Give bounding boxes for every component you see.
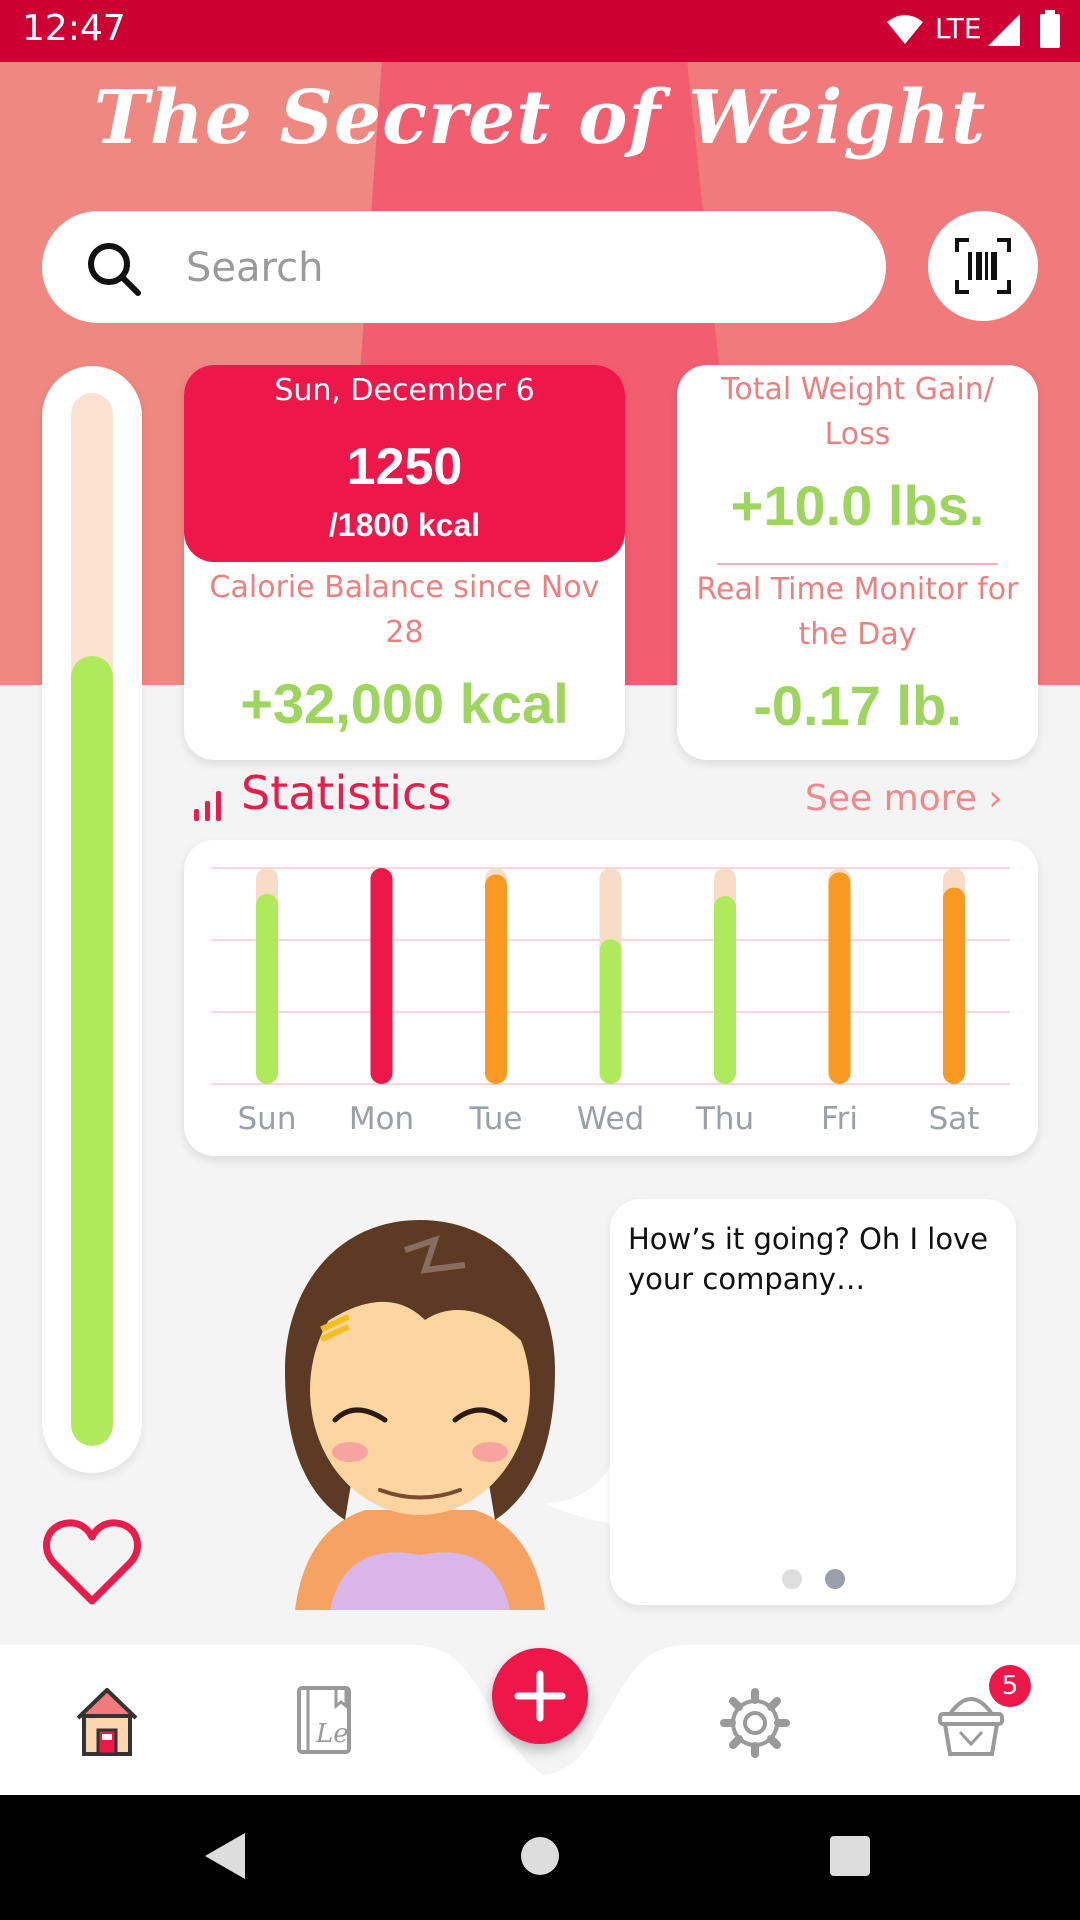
progress-fill [71, 656, 113, 1446]
calorie-goal: /1800 kcal [328, 507, 481, 543]
calorie-card[interactable]: Sun, December 6 1250 /1800 kcal Calorie … [184, 365, 625, 760]
see-more-link[interactable]: See more › [805, 778, 1003, 819]
bar-fri[interactable] [828, 872, 851, 1084]
daily-progress-bar [42, 366, 142, 1473]
weight-card[interactable]: Total Weight Gain/ Loss +10.0 lbs. Real … [677, 365, 1038, 760]
speech-bubble[interactable]: How’s it going? Oh I love your company… [610, 1199, 1016, 1605]
realtime-monitor-value: -0.17 lb. [753, 674, 962, 737]
statistics-icon [194, 791, 221, 821]
x-tick-label: Wed [577, 1101, 645, 1137]
add-icon [514, 1670, 566, 1722]
page-dot-2[interactable] [825, 1569, 845, 1589]
battery-icon [1040, 10, 1060, 48]
network-label: LTE [935, 12, 982, 45]
x-tick-label: Tue [469, 1101, 523, 1137]
status-time: 12:47 [22, 8, 126, 49]
progress-track [71, 393, 113, 1446]
home-button-icon[interactable] [520, 1836, 560, 1876]
statistics-title: Statistics [241, 766, 452, 820]
search-bar[interactable] [42, 211, 886, 323]
realtime-monitor-label: Real Time Monitor for the Day [696, 572, 1019, 652]
total-weight-label: Total Weight Gain/ Loss [721, 372, 994, 452]
calorie-balance-value: +32,000 kcal [240, 672, 569, 735]
heart-icon[interactable] [42, 1517, 142, 1607]
home-icon[interactable] [72, 1684, 142, 1756]
weekly-chart: Sun Mon Tue Wed Thu Fri Sat [184, 840, 1038, 1156]
settings-icon[interactable] [720, 1688, 790, 1758]
app-title: The Secret of Weight [93, 75, 987, 161]
wifi-icon [887, 15, 923, 44]
status-bar: 12:47 LTE [0, 0, 1080, 62]
back-icon[interactable] [205, 1833, 245, 1879]
x-tick-label: Fri [821, 1101, 858, 1137]
signal-icon [988, 14, 1020, 46]
svg-text:Le: Le [315, 1719, 349, 1749]
basket-badge: 5 [989, 1665, 1031, 1707]
bar-sun[interactable] [256, 893, 278, 1084]
x-tick-label: Sat [929, 1101, 980, 1137]
total-weight-value: +10.0 lbs. [730, 474, 985, 537]
bar-wed[interactable] [599, 939, 622, 1084]
card-divider [717, 563, 998, 565]
barcode-icon [955, 238, 1011, 294]
diary-icon[interactable]: Le [296, 1684, 352, 1756]
system-nav-bar [0, 1795, 1080, 1920]
bar-sat[interactable] [943, 887, 965, 1084]
bar-mon[interactable] [370, 868, 393, 1084]
barcode-scan-button[interactable] [928, 211, 1038, 321]
bar-thu[interactable] [714, 896, 736, 1084]
calorie-balance-label: Calorie Balance since Nov 28 [209, 570, 600, 650]
add-entry-button[interactable] [492, 1648, 588, 1744]
search-input[interactable] [184, 235, 828, 301]
search-icon [88, 243, 141, 296]
x-tick-label: Sun [238, 1101, 297, 1137]
mascot-character [285, 1220, 555, 1610]
calorie-date: Sun, December 6 [274, 373, 535, 408]
assistant-message: How’s it going? Oh I love your company… [628, 1222, 989, 1296]
calorie-summary: Sun, December 6 1250 /1800 kcal [184, 365, 625, 562]
x-tick-label: Mon [349, 1101, 414, 1137]
weekly-chart-svg: Sun Mon Tue Wed Thu Fri Sat [212, 867, 1010, 1137]
calories-consumed: 1250 [346, 438, 463, 496]
x-tick-label: Thu [695, 1101, 754, 1137]
bar-tue[interactable] [485, 874, 507, 1084]
page-dot-1[interactable] [782, 1569, 802, 1589]
recents-icon[interactable] [830, 1836, 870, 1876]
